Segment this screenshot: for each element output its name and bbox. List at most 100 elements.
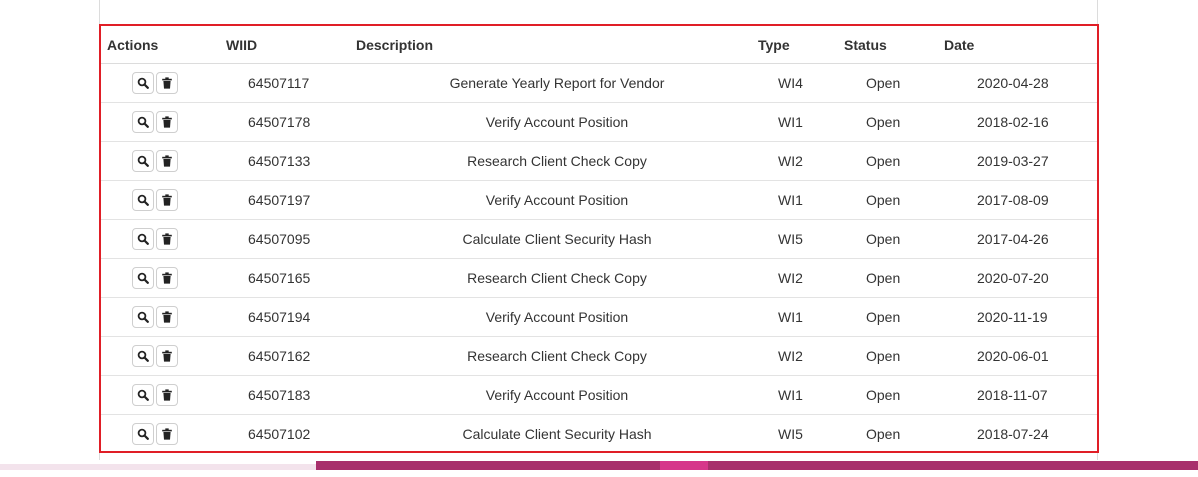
view-button[interactable]	[132, 267, 154, 289]
cell-status: Open	[841, 297, 943, 337]
cell-wiid: 64507102	[219, 414, 356, 453]
cell-wiid: 64507194	[219, 297, 356, 337]
cell-status: Open	[841, 414, 943, 453]
cell-description: Verify Account Position	[356, 297, 758, 337]
work-items-table: Actions WIID Description Type Status Dat…	[101, 26, 1097, 453]
cell-status: Open	[841, 180, 943, 220]
row-actions	[101, 414, 219, 453]
footer-segment	[316, 461, 660, 470]
work-items-table-container: Actions WIID Description Type Status Dat…	[99, 24, 1099, 453]
header-wiid[interactable]: WIID	[219, 26, 356, 64]
header-status[interactable]: Status	[841, 26, 943, 64]
footer-segment-accent	[660, 461, 708, 470]
row-actions	[101, 141, 219, 181]
view-button[interactable]	[132, 72, 154, 94]
cell-description: Calculate Client Security Hash	[356, 414, 758, 453]
cell-date: 2019-03-27	[943, 141, 1097, 181]
cell-type: WI2	[758, 336, 841, 376]
view-button[interactable]	[132, 384, 154, 406]
cell-date: 2017-04-26	[943, 219, 1097, 259]
cell-description: Research Client Check Copy	[356, 258, 758, 298]
delete-button[interactable]	[156, 228, 178, 250]
row-actions	[101, 336, 219, 376]
footer-strip	[0, 470, 1198, 477]
cell-type: WI2	[758, 141, 841, 181]
cell-wiid: 64507117	[248, 75, 310, 91]
cell-wiid: 64507162	[219, 336, 356, 376]
cell-wiid: 64507133	[219, 141, 356, 181]
table-row: 64507102 Calculate Client Security Hash WI…	[101, 414, 1097, 453]
cell-description: Verify Account Position	[356, 375, 758, 415]
delete-button[interactable]	[156, 72, 178, 94]
table-row: 64507194 Verify Account Position WI1 Open 20…	[101, 297, 1097, 337]
cell-wiid: 64507095	[219, 219, 356, 259]
delete-button[interactable]	[156, 150, 178, 172]
cell-type: WI5	[758, 414, 841, 453]
cell-status: Open	[866, 75, 901, 91]
cell-type: WI1	[758, 375, 841, 415]
delete-button[interactable]	[156, 384, 178, 406]
view-button[interactable]	[132, 111, 154, 133]
cell-wiid: 64507165	[219, 258, 356, 298]
cell-status: Open	[841, 336, 943, 376]
cell-status: Open	[841, 102, 943, 142]
cell-status: Open	[841, 258, 943, 298]
cell-status: Open	[841, 141, 943, 181]
header-type[interactable]: Type	[758, 26, 841, 64]
table-row: 64507133 Research Client Check Copy WI2 Ope…	[101, 141, 1097, 181]
table-row: 64507162 Research Client Check Copy WI2 Ope…	[101, 336, 1097, 376]
cell-description: Research Client Check Copy	[356, 336, 758, 376]
cell-description: Generate Yearly Report for Vendor	[449, 75, 665, 91]
delete-button[interactable]	[156, 345, 178, 367]
cell-description: Verify Account Position	[356, 102, 758, 142]
view-button[interactable]	[132, 150, 154, 172]
row-actions	[101, 64, 219, 103]
cell-description: Calculate Client Security Hash	[356, 219, 758, 259]
cell-description: Verify Account Position	[356, 180, 758, 220]
cell-status: Open	[841, 219, 943, 259]
cell-status: Open	[841, 375, 943, 415]
view-button[interactable]	[132, 345, 154, 367]
table-row: 64507183 Verify Account Position WI1 Open 20…	[101, 375, 1097, 415]
view-button[interactable]	[132, 228, 154, 250]
footer-bar	[0, 461, 1198, 470]
cell-type: WI1	[758, 180, 841, 220]
row-actions	[101, 180, 219, 220]
cell-wiid: 64507183	[219, 375, 356, 415]
cell-wiid: 64507197	[219, 180, 356, 220]
table-row: 64507095 Calculate Client Security Hash WI…	[101, 219, 1097, 259]
cell-date: 2020-04-28	[977, 75, 1049, 91]
delete-button[interactable]	[156, 267, 178, 289]
cell-date: 2020-07-20	[943, 258, 1097, 298]
view-button[interactable]	[132, 306, 154, 328]
header-date[interactable]: Date	[943, 26, 1097, 64]
table-header-row: Actions WIID Description Type Status Dat…	[101, 26, 1097, 64]
cell-date: 2020-11-19	[943, 297, 1097, 337]
delete-button[interactable]	[156, 189, 178, 211]
delete-button[interactable]	[156, 306, 178, 328]
table-row: 64507117 Generate Yearly Report for Vendo…	[101, 64, 1097, 103]
cell-description: Research Client Check Copy	[356, 141, 758, 181]
delete-button[interactable]	[156, 111, 178, 133]
table-row: 64507178 Verify Account Position WI1 Open 20…	[101, 102, 1097, 142]
row-actions	[101, 258, 219, 298]
cell-type: WI1	[758, 102, 841, 142]
cell-date: 2018-11-07	[943, 375, 1097, 415]
header-description[interactable]: Description	[356, 26, 758, 64]
cell-type: WI4	[778, 75, 803, 91]
cell-type: WI1	[758, 297, 841, 337]
row-actions	[101, 375, 219, 415]
row-actions	[101, 219, 219, 259]
cell-type: WI5	[758, 219, 841, 259]
delete-button[interactable]	[156, 423, 178, 445]
view-button[interactable]	[132, 423, 154, 445]
row-actions	[101, 102, 219, 142]
header-actions: Actions	[101, 26, 219, 64]
cell-date: 2017-08-09	[943, 180, 1097, 220]
table-row: 64507197 Verify Account Position WI1 Open 20…	[101, 180, 1097, 220]
view-button[interactable]	[132, 189, 154, 211]
footer-segment	[708, 461, 1198, 470]
row-actions	[101, 297, 219, 337]
cell-date: 2020-06-01	[943, 336, 1097, 376]
cell-date: 2018-02-16	[943, 102, 1097, 142]
